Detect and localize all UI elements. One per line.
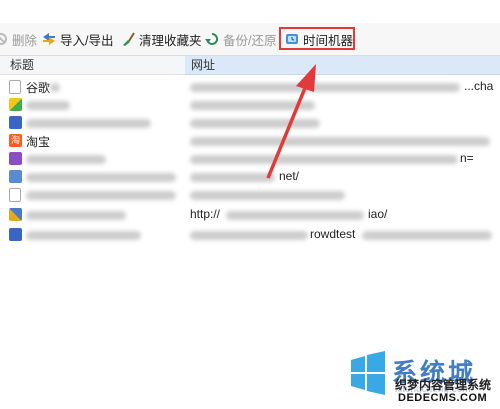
windows-logo [351,351,385,395]
watermark-domain: DEDECMS.COM [398,392,488,404]
watermark-site-line: 织梦内容管理系统 [395,378,492,392]
